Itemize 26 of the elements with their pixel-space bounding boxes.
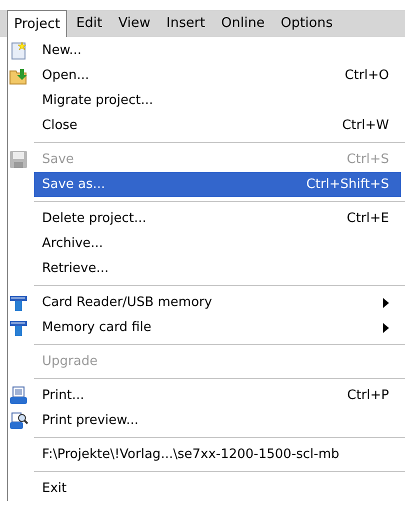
menu-item[interactable]: Exit: [34, 476, 401, 501]
folder-icon: [9, 66, 28, 85]
menu-item[interactable]: Delete project... Ctrl+E: [34, 206, 401, 231]
printer-icon: [9, 386, 28, 405]
menu-item[interactable]: Migrate project...: [34, 88, 401, 113]
menu-item[interactable]: Open... Ctrl+O: [34, 63, 401, 88]
menu-item[interactable]: Memory card file: [34, 315, 401, 340]
menu-item[interactable]: Print preview...: [34, 408, 401, 433]
print-preview-icon: [9, 411, 28, 430]
menu-bar-item[interactable]: Edit: [69, 10, 110, 37]
menu-bar-item[interactable]: Insert: [159, 10, 212, 37]
menu-bar-item[interactable]: Project: [7, 10, 68, 37]
menu-bar-item[interactable]: Options: [274, 10, 340, 37]
menu-bar-item[interactable]: View: [111, 10, 158, 37]
menu-item[interactable]: F:\Projekte\!Vorlag...\se7xx-1200-1500-scl-mb: [34, 442, 401, 467]
menu-bar-item[interactable]: Online: [214, 10, 272, 37]
menu-item[interactable]: Archive...: [34, 231, 401, 256]
new-document-icon: [9, 41, 28, 60]
menu-item[interactable]: New...: [34, 38, 401, 63]
memory-card-icon: [9, 318, 28, 337]
menu-item[interactable]: Close Ctrl+W: [34, 113, 401, 138]
menu-item[interactable]: Card Reader/USB memory: [34, 290, 401, 315]
menu-item[interactable]: Print... Ctrl+P: [34, 383, 401, 408]
memory-card-icon: [9, 293, 28, 312]
menu-item[interactable]: Save as... Ctrl+Shift+S: [34, 172, 401, 197]
menu-item[interactable]: Retrieve...: [34, 256, 401, 281]
